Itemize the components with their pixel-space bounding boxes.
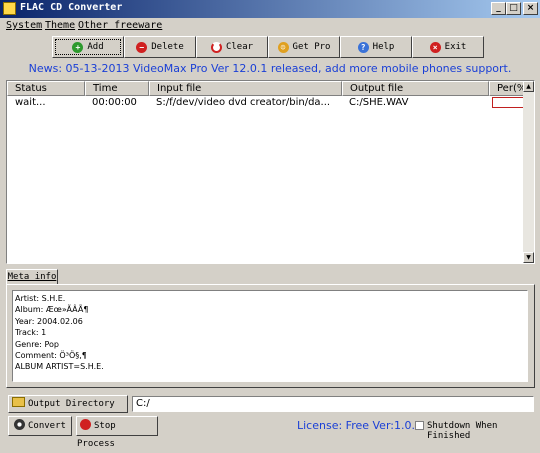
close-button[interactable]: × [523, 2, 538, 15]
help-button[interactable]: ? Help [340, 36, 412, 58]
exit-label: Exit [444, 42, 467, 52]
file-list-header: Status Time Input file Output file Per(% [7, 81, 525, 96]
stop-process-button[interactable]: Stop Process [76, 416, 158, 449]
delete-icon: − [136, 41, 148, 53]
row-progress-bar [492, 97, 524, 108]
add-label: Add [87, 42, 104, 52]
meta-line: Comment: Ö³Ö§,¶ [15, 351, 87, 361]
row-time: 00:00:00 [92, 97, 137, 108]
maximize-button[interactable]: □ [506, 2, 521, 15]
row-output-file: C:/SHE.WAV [349, 97, 409, 108]
delete-label: Delete [151, 42, 184, 52]
meta-line: Year: 2004.02.06 [15, 316, 83, 326]
clear-icon [210, 41, 222, 53]
minimize-button[interactable]: _ [491, 2, 506, 15]
row-status: wait... [15, 97, 46, 108]
meta-info-panel: Artist: S.H.E. Album: Æœ»ÃÂÃ¶ Year: 2004… [6, 284, 535, 388]
scroll-down-icon[interactable]: ▼ [523, 252, 534, 263]
license-link[interactable]: License: Free Ver:1.0.1 [297, 419, 422, 432]
column-time[interactable]: Time [85, 81, 149, 96]
meta-info-text[interactable]: Artist: S.H.E. Album: Æœ»ÃÂÃ¶ Year: 2004… [12, 290, 528, 382]
menu-bar: System Theme Other freeware [0, 18, 540, 34]
scroll-up-icon[interactable]: ▲ [523, 81, 534, 92]
help-label: Help [372, 42, 395, 52]
get-pro-button[interactable]: ☺ Get Pro [268, 36, 340, 58]
output-directory-field[interactable]: C:/ [132, 396, 534, 412]
window-title: FLAC CD Converter [20, 2, 123, 13]
tab-meta-info[interactable]: Meta info [6, 269, 58, 285]
get-pro-label: Get Pro [292, 42, 331, 52]
meta-line: Genre: Pop [15, 339, 59, 349]
stop-icon [80, 419, 91, 430]
film-reel-icon [14, 419, 25, 430]
row-input-file: S:/f/dev/video dvd creator/bin/da... [156, 97, 331, 108]
column-input-file[interactable]: Input file [149, 81, 342, 96]
clear-button[interactable]: Clear [196, 36, 268, 58]
column-output-file[interactable]: Output file [342, 81, 489, 96]
convert-button[interactable]: Convert [8, 416, 72, 436]
vertical-scrollbar[interactable]: ▲ ▼ [523, 81, 534, 263]
exit-button[interactable]: × Exit [412, 36, 484, 58]
meta-line: ALBUM ARTIST=S.H.E. [15, 362, 104, 372]
file-list[interactable]: Status Time Input file Output file Per(%… [6, 80, 535, 264]
help-icon: ? [357, 41, 369, 53]
menu-system[interactable]: System [6, 20, 42, 31]
exit-icon: × [429, 41, 441, 53]
folder-icon [12, 397, 25, 407]
news-banner[interactable]: News: 05-13-2013 VideoMax Pro Ver 12.0.1… [0, 62, 540, 75]
column-status[interactable]: Status [7, 81, 85, 96]
add-icon: + [72, 41, 84, 53]
column-percent[interactable]: Per(% [489, 81, 525, 96]
shutdown-label[interactable]: Shutdown When Finished [427, 421, 540, 441]
smiley-icon: ☺ [277, 41, 289, 53]
app-icon [3, 2, 16, 15]
output-directory-button[interactable]: Output Directory ... [8, 395, 128, 425]
menu-theme[interactable]: Theme [45, 20, 75, 31]
shutdown-checkbox[interactable] [415, 421, 424, 430]
title-bar: FLAC CD Converter _ □ × [0, 0, 540, 18]
menu-other-freeware[interactable]: Other freeware [78, 20, 162, 31]
meta-line: Artist: S.H.E. [15, 294, 66, 303]
meta-line: Track: 1 [15, 328, 47, 338]
clear-label: Clear [225, 42, 254, 52]
add-button[interactable]: + Add [52, 36, 124, 58]
delete-button[interactable]: − Delete [124, 36, 196, 58]
meta-line: Album: Æœ»ÃÂÃ¶ [15, 305, 89, 315]
